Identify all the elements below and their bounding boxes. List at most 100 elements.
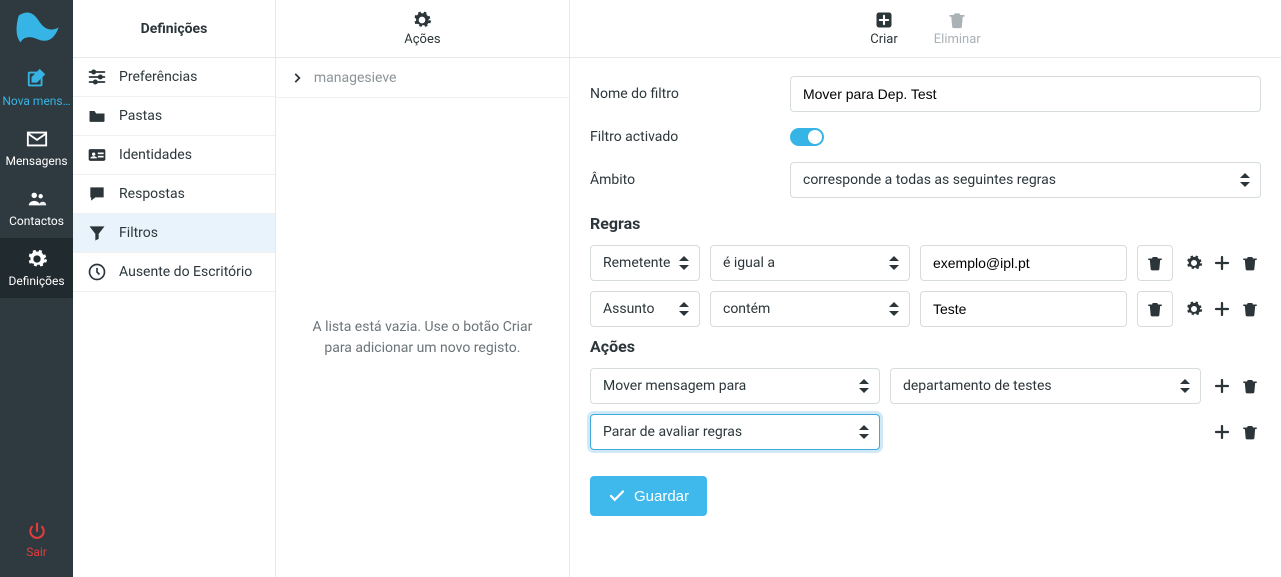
- nav-contacts-label: Contactos: [9, 214, 64, 228]
- scope-select[interactable]: corresponde a todas as seguintes regras: [790, 162, 1261, 198]
- save-label: Guardar: [634, 488, 689, 505]
- plus-icon: [1213, 377, 1231, 395]
- filter-form-panel: Criar Eliminar Nome do filtro Filtro act…: [570, 0, 1281, 577]
- id-card-icon: [87, 145, 107, 165]
- sidebar-item-ooo[interactable]: Ausente do Escritório: [73, 253, 275, 292]
- rule-add-button[interactable]: [1211, 252, 1233, 274]
- rule-add-button[interactable]: [1211, 298, 1233, 320]
- action-target-select[interactable]: departamento de testes: [890, 368, 1201, 404]
- filter-name-label: Nome do filtro: [590, 86, 790, 102]
- sidebar-title: Definições: [73, 0, 275, 58]
- sidebar-item-label: Respostas: [119, 186, 185, 202]
- save-button[interactable]: Guardar: [590, 476, 707, 516]
- sort-caret-icon: [679, 256, 689, 270]
- rule-value-input[interactable]: [920, 291, 1127, 327]
- sort-caret-icon: [889, 256, 899, 270]
- nav-logout[interactable]: Sair: [0, 507, 73, 577]
- sidebar-item-responses[interactable]: Respostas: [73, 175, 275, 214]
- trash-icon: [1146, 300, 1164, 318]
- action-type-select[interactable]: Parar de avaliar regras: [590, 414, 880, 450]
- filter-enabled-label: Filtro activado: [590, 129, 790, 145]
- create-label: Criar: [870, 32, 898, 47]
- sort-caret-icon: [859, 425, 869, 439]
- sort-caret-icon: [679, 302, 689, 316]
- rule-row: Assunto contém: [590, 291, 1261, 327]
- rule-delete-button[interactable]: [1137, 291, 1173, 327]
- sidebar-item-label: Pastas: [119, 108, 162, 124]
- mail-icon: [26, 128, 48, 150]
- funnel-icon: [87, 223, 107, 243]
- delete-label: Eliminar: [934, 32, 981, 47]
- rule-remove-button[interactable]: [1239, 298, 1261, 320]
- action-add-button[interactable]: [1211, 421, 1233, 443]
- plus-icon: [1213, 300, 1231, 318]
- action-remove-button[interactable]: [1239, 421, 1261, 443]
- users-icon: [26, 188, 48, 210]
- action-row: Parar de avaliar regras: [590, 414, 1261, 450]
- gear-icon: [26, 248, 48, 270]
- nav-settings-label: Definições: [8, 274, 64, 288]
- actions-heading: Ações: [590, 337, 1261, 356]
- trash-icon: [1241, 423, 1259, 441]
- rule-field-select[interactable]: Remetente: [590, 245, 700, 281]
- sidebar-item-label: Identidades: [119, 147, 192, 163]
- create-button[interactable]: Criar: [856, 10, 912, 47]
- trash-icon: [1241, 377, 1259, 395]
- rule-delete-button[interactable]: [1137, 245, 1173, 281]
- breadcrumb[interactable]: managesieve: [276, 58, 569, 98]
- nav-messages-label: Mensagens: [5, 154, 67, 168]
- plus-square-icon: [874, 10, 894, 30]
- rule-value-input[interactable]: [920, 245, 1127, 281]
- sidebar-item-label: Ausente do Escritório: [119, 264, 252, 280]
- rule-op-select[interactable]: contém: [710, 291, 910, 327]
- action-remove-button[interactable]: [1239, 375, 1261, 397]
- delete-button: Eliminar: [920, 10, 995, 47]
- sidebar-item-filters[interactable]: Filtros: [73, 214, 275, 253]
- trash-icon: [1146, 254, 1164, 272]
- sliders-icon: [87, 67, 107, 87]
- speech-icon: [87, 184, 107, 204]
- nav-compose[interactable]: Nova mens…: [0, 58, 73, 118]
- scope-label: Âmbito: [590, 172, 790, 188]
- empty-state-text: A lista está vazia. Use o botão Criar pa…: [276, 98, 569, 577]
- nav-contacts[interactable]: Contactos: [0, 178, 73, 238]
- check-icon: [608, 487, 626, 505]
- rule-row: Remetente é igual a: [590, 245, 1261, 281]
- power-icon: [27, 521, 47, 541]
- filter-name-input[interactable]: [790, 76, 1261, 112]
- mid-actions-button[interactable]: Ações: [390, 10, 454, 47]
- rule-settings-button[interactable]: [1183, 298, 1205, 320]
- app-logo: [0, 0, 73, 58]
- sidebar-item-folders[interactable]: Pastas: [73, 97, 275, 136]
- rule-settings-button[interactable]: [1183, 252, 1205, 274]
- breadcrumb-label: managesieve: [314, 70, 397, 86]
- trash-icon: [947, 10, 967, 30]
- sort-caret-icon: [1180, 379, 1190, 393]
- rules-heading: Regras: [590, 214, 1261, 233]
- rule-field-select[interactable]: Assunto: [590, 291, 700, 327]
- plus-icon: [1213, 254, 1231, 272]
- sort-caret-icon: [859, 379, 869, 393]
- plus-icon: [1213, 423, 1231, 441]
- folder-icon: [87, 106, 107, 126]
- sidebar-item-prefs[interactable]: Preferências: [73, 58, 275, 97]
- filter-enabled-toggle[interactable]: [790, 128, 824, 146]
- rule-remove-button[interactable]: [1239, 252, 1261, 274]
- gear-icon: [412, 10, 432, 30]
- mid-actions-label: Ações: [404, 32, 440, 47]
- gear-icon: [1185, 254, 1203, 272]
- action-add-button[interactable]: [1211, 375, 1233, 397]
- nav-settings[interactable]: Definições: [0, 238, 73, 298]
- sort-caret-icon: [889, 302, 899, 316]
- compose-icon: [26, 68, 48, 90]
- trash-icon: [1241, 254, 1259, 272]
- sort-caret-icon: [1240, 173, 1250, 187]
- sidebar-item-label: Filtros: [119, 225, 158, 241]
- nav-messages[interactable]: Mensagens: [0, 118, 73, 178]
- action-type-select[interactable]: Mover mensagem para: [590, 368, 880, 404]
- filter-list-column: Ações managesieve A lista está vazia. Us…: [276, 0, 570, 577]
- chevron-right-icon: [290, 71, 304, 85]
- sidebar-item-identities[interactable]: Identidades: [73, 136, 275, 175]
- clock-icon: [87, 262, 107, 282]
- rule-op-select[interactable]: é igual a: [710, 245, 910, 281]
